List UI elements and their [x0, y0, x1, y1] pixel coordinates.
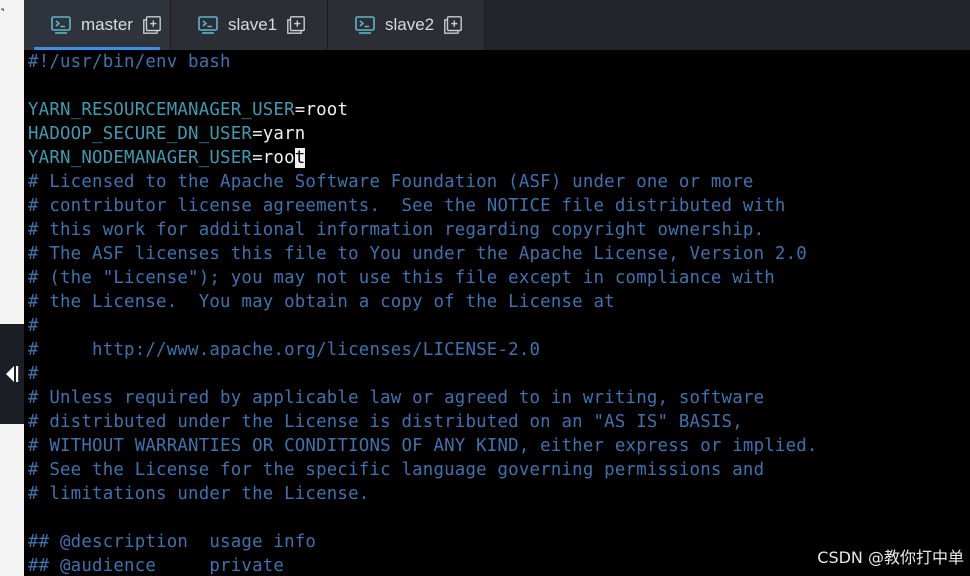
comment-line: # contributor license agreements. See th… [28, 196, 786, 216]
env-var-value: root [305, 100, 349, 120]
tab-label: slave2 [385, 15, 435, 34]
tab-slave2[interactable]: slave2 [328, 0, 485, 50]
terminal-icon [198, 16, 218, 34]
terminal-icon [51, 16, 71, 34]
env-line-secure-dn: HADOOP_SECURE_DN_USER=yarn [28, 122, 305, 146]
ssh-client-window: ˺ master slave1 slave2 #!/usr/bin/env ba… [0, 0, 970, 576]
env-line-nodemanager: YARN_NODEMANAGER_USER=root [28, 146, 306, 170]
collapse-arrow-icon [6, 366, 19, 382]
watermark: CSDN @教你打中单 [817, 548, 964, 567]
session-tab-bar: master slave1 slave2 [24, 0, 970, 50]
env-var-name: HADOOP_SECURE_DN_USER [28, 124, 253, 144]
tab-master[interactable]: master [24, 0, 171, 50]
terminal-icon [355, 16, 375, 34]
comment-line: # limitations under the License. [28, 484, 370, 504]
new-window-icon[interactable] [444, 16, 463, 34]
comment-line: # Licensed to the Apache Software Founda… [28, 172, 754, 192]
comment-line: # The ASF licenses this file to You unde… [28, 244, 807, 264]
comment-line: # See the License for the specific langu… [28, 460, 765, 480]
terminal-editor[interactable]: #!/usr/bin/env bash YARN_RESOURCEMANAGER… [28, 50, 970, 576]
env-var-value: yarn [262, 124, 306, 144]
comment-line: # http://www.apache.org/licenses/LICENSE… [28, 340, 541, 360]
env-assign-op: = [252, 124, 263, 144]
host-window-edge: ˺ [0, 0, 24, 576]
comment-line: # WITHOUT WARRANTIES OR CONDITIONS OF AN… [28, 436, 818, 456]
collapse-sidebar-button[interactable] [0, 324, 24, 424]
doc-line: ## @audience private [28, 556, 285, 576]
corner-glyph: ˺ [0, 7, 5, 23]
comment-line: # this work for additional information r… [28, 220, 765, 240]
env-var-value: roo [262, 148, 295, 168]
new-window-icon[interactable] [287, 16, 306, 34]
new-window-icon[interactable] [143, 16, 161, 34]
comment-line: # distributed under the License is distr… [28, 412, 743, 432]
env-assign-op: = [252, 148, 263, 168]
comment-line: # [28, 316, 39, 336]
env-var-name: YARN_RESOURCEMANAGER_USER [28, 100, 295, 120]
tab-label: master [81, 15, 133, 34]
comment-line: # (the "License"); you may not use this … [28, 268, 775, 288]
tab-slave1[interactable]: slave1 [171, 0, 328, 50]
doc-line: ## @description usage info [28, 532, 317, 552]
comment-line: # Unless required by applicable law or a… [28, 388, 765, 408]
shebang-line: #!/usr/bin/env bash [28, 52, 231, 72]
comment-line: # [28, 364, 39, 384]
text-cursor: t [294, 148, 306, 168]
env-var-name: YARN_NODEMANAGER_USER [28, 148, 253, 168]
env-line-resourcemanager: YARN_RESOURCEMANAGER_USER=root [28, 98, 348, 122]
env-assign-op: = [294, 100, 306, 120]
tab-label: slave1 [228, 15, 278, 34]
comment-line: # the License. You may obtain a copy of … [28, 292, 615, 312]
